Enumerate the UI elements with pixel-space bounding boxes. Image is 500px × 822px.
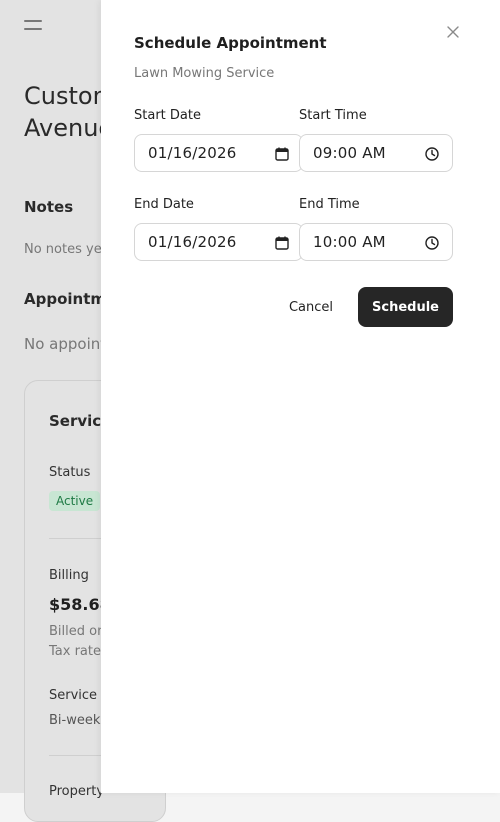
start-date-value: 01/16/2026 — [148, 144, 237, 162]
dialog-title: Schedule Appointment — [134, 34, 327, 52]
billing-label: Billing — [49, 568, 89, 583]
clock-icon[interactable] — [424, 235, 440, 251]
service-label: Service — [49, 688, 98, 703]
billed-text: Billed on — [49, 624, 106, 639]
schedule-button[interactable]: Schedule — [358, 287, 453, 327]
close-icon — [447, 26, 459, 38]
start-time-label: Start Time — [299, 108, 367, 123]
notes-empty-text: No notes yet — [24, 242, 107, 257]
end-time-value: 10:00 AM — [313, 233, 386, 251]
menu-icon[interactable] — [24, 20, 42, 32]
end-date-input[interactable]: 01/16/2026 — [134, 223, 303, 261]
calendar-icon[interactable] — [274, 146, 290, 162]
end-date-value: 01/16/2026 — [148, 233, 237, 251]
notes-heading: Notes — [24, 198, 74, 216]
schedule-appointment-panel: Schedule Appointment Lawn Mowing Service… — [101, 0, 500, 793]
divider — [49, 538, 109, 539]
start-time-input[interactable]: 09:00 AM — [299, 134, 453, 172]
cancel-button[interactable]: Cancel — [278, 288, 344, 326]
end-time-label: End Time — [299, 197, 360, 212]
calendar-icon[interactable] — [274, 235, 290, 251]
start-date-input[interactable]: 01/16/2026 — [134, 134, 303, 172]
end-date-label: End Date — [134, 197, 194, 212]
dialog-subtitle: Lawn Mowing Service — [134, 66, 275, 81]
status-label: Status — [49, 465, 91, 480]
clock-icon[interactable] — [424, 146, 440, 162]
status-badge: Active — [49, 491, 101, 511]
tax-text: Tax rates — [49, 644, 108, 659]
property-label: Property — [49, 784, 105, 799]
service-value: Bi-week — [49, 713, 101, 728]
start-date-label: Start Date — [134, 108, 201, 123]
close-button[interactable] — [443, 22, 463, 42]
divider — [49, 755, 109, 756]
start-time-value: 09:00 AM — [313, 144, 386, 162]
end-time-input[interactable]: 10:00 AM — [299, 223, 453, 261]
billing-details: Billed on Tax rates — [49, 622, 108, 662]
